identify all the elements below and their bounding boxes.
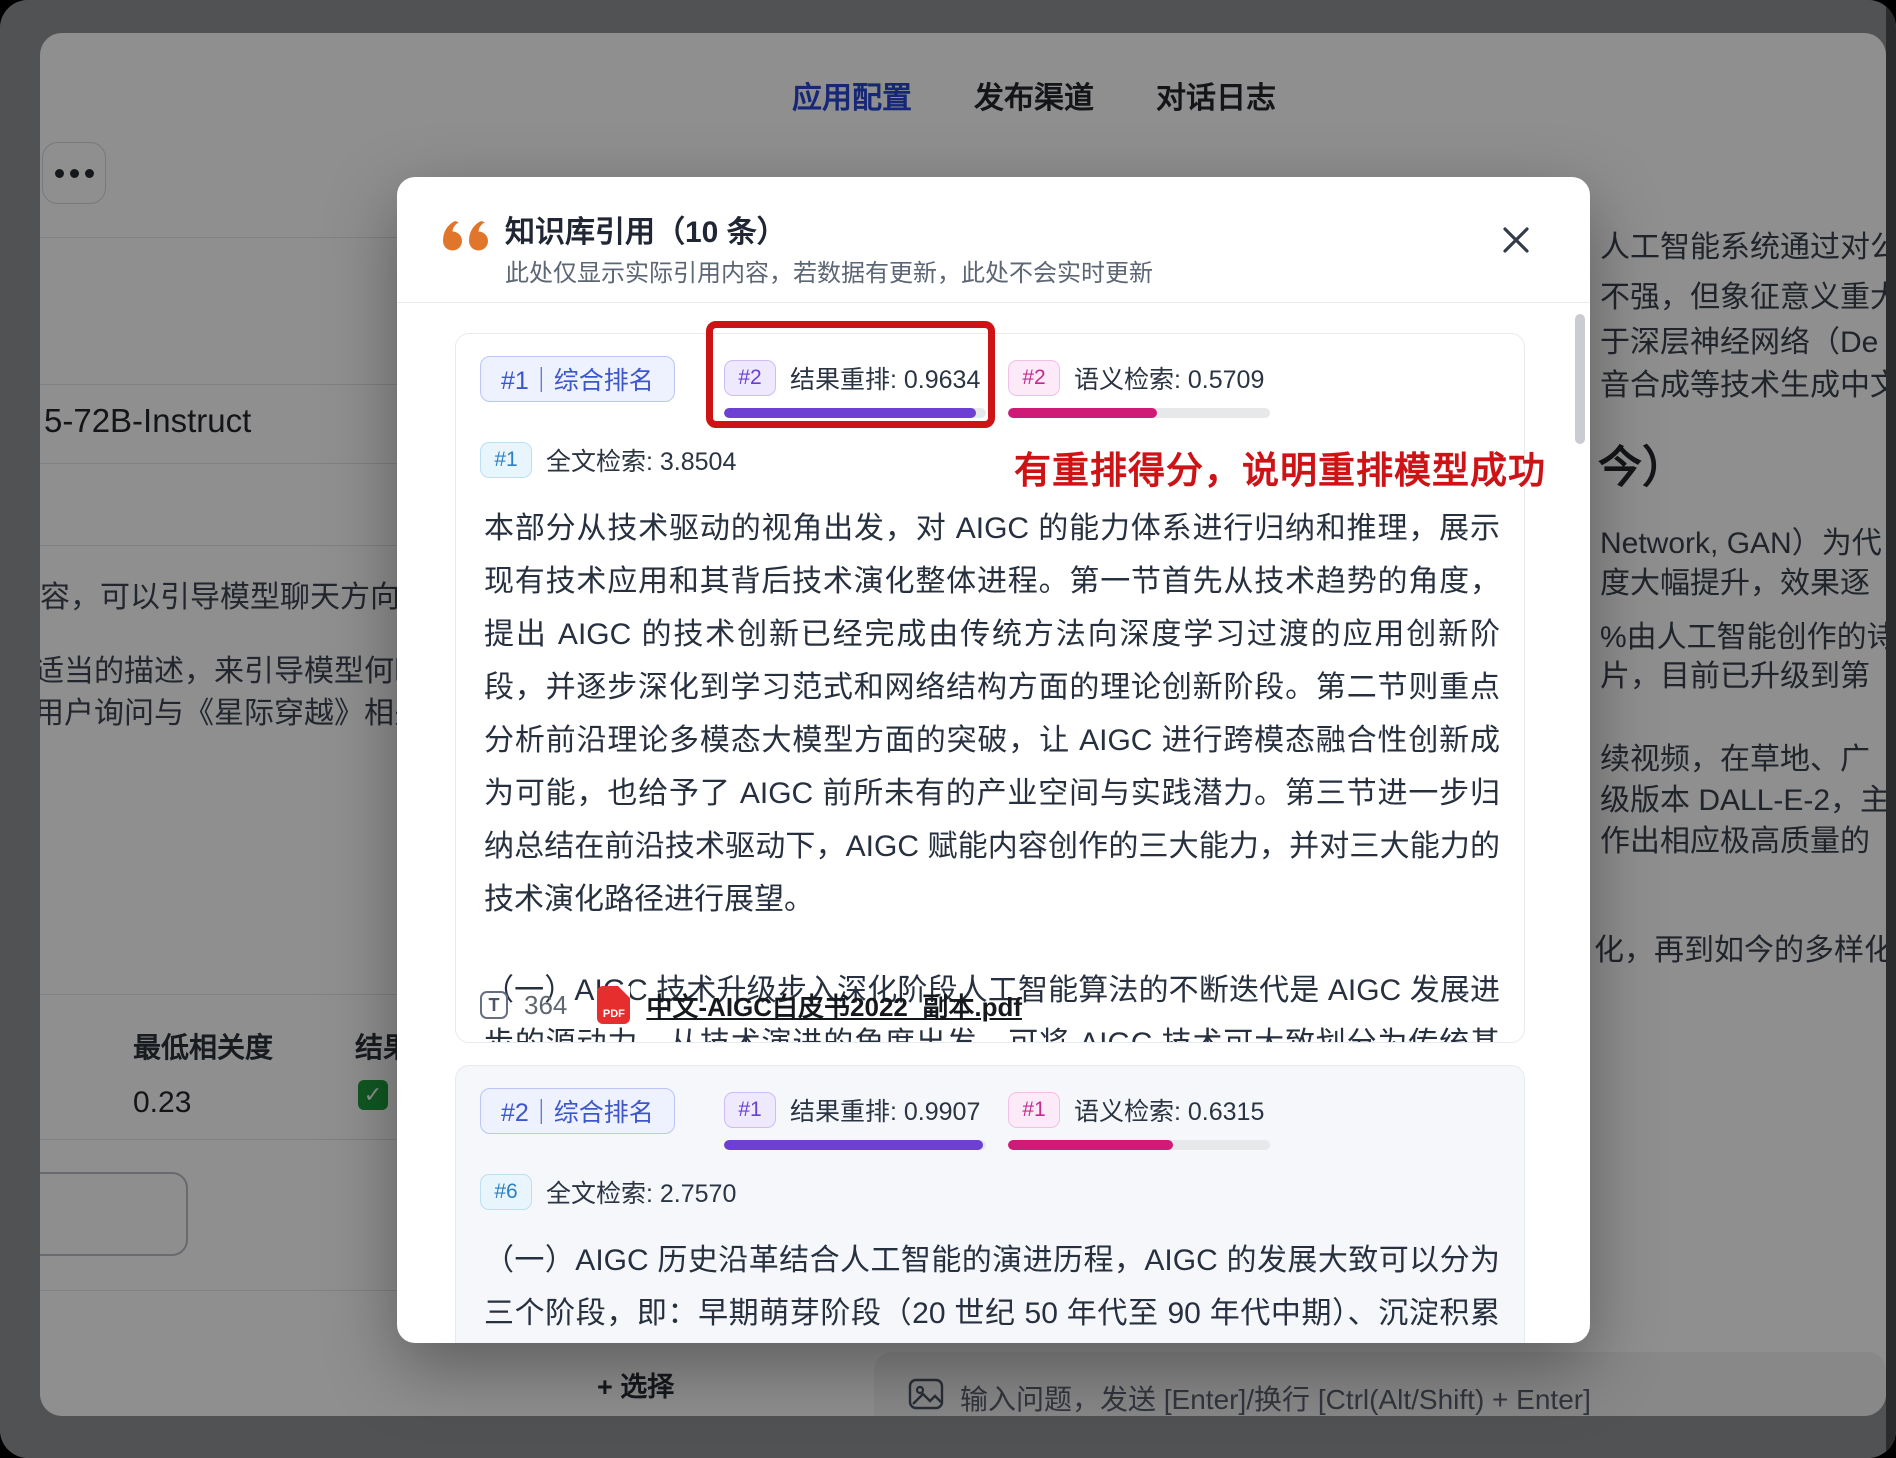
semantic-metric: #2 语义检索: 0.5709	[1008, 360, 1270, 418]
rerank-rank-badge: #1	[724, 1092, 776, 1128]
token-count: 364	[524, 990, 567, 1021]
citation-paragraph: （一）AIGC 历史沿革结合人工智能的演进历程，AIGC 的发展大致可以分为三个…	[484, 1234, 1500, 1343]
semantic-rank-badge: #2	[1008, 360, 1060, 396]
source-file-link[interactable]: 中文-AIGC白皮书2022_副本.pdf	[646, 987, 1022, 1024]
modal-scrollbar[interactable]	[1575, 314, 1585, 444]
quote-icon	[441, 219, 497, 263]
citation-paragraph: 本部分从技术驱动的视角出发，对 AIGC 的能力体系进行归纳和推理，展示现有技术…	[484, 502, 1500, 926]
overall-rank-pill: #1｜综合排名	[480, 356, 675, 402]
annotation-note: 有重排得分，说明重排模型成功	[1014, 440, 1546, 494]
rerank-score-label: 结果重排: 0.9907	[790, 1092, 980, 1128]
close-icon[interactable]	[1493, 217, 1539, 263]
fulltext-metric: #1 全文检索: 3.8504	[480, 442, 736, 478]
citation-card-2: #2｜综合排名 #1 结果重排: 0.9907 #1 语义检索: 0.6315 …	[455, 1065, 1525, 1343]
token-icon: T	[480, 991, 508, 1019]
semantic-score-label: 语义检索: 0.5709	[1074, 360, 1264, 396]
modal-title: 知识库引用（10 条）	[505, 207, 787, 251]
divider	[397, 302, 1590, 303]
fulltext-score-label: 全文检索: 3.8504	[546, 442, 736, 478]
screenshot-stage: 应用配置 发布渠道 对话日志 5-72B-Instruct 容，可以引导模型聊天…	[0, 0, 1896, 1458]
fulltext-score-label: 全文检索: 2.7570	[546, 1174, 736, 1210]
fulltext-metric: #6 全文检索: 2.7570	[480, 1174, 736, 1210]
fulltext-rank-badge: #1	[480, 442, 532, 478]
overall-rank-pill: #2｜综合排名	[480, 1088, 675, 1134]
semantic-progress-bar	[1008, 408, 1270, 418]
citation-text: 本部分从技术驱动的视角出发，对 AIGC 的能力体系进行归纳和推理，展示现有技术…	[484, 502, 1500, 1043]
citation-footer: T 364 PDF 中文-AIGC白皮书2022_副本.pdf	[480, 986, 1022, 1024]
semantic-score-label: 语义检索: 0.6315	[1074, 1092, 1264, 1128]
semantic-rank-badge: #1	[1008, 1092, 1060, 1128]
citation-text: （一）AIGC 历史沿革结合人工智能的演进历程，AIGC 的发展大致可以分为三个…	[484, 1234, 1500, 1343]
rerank-metric: #1 结果重排: 0.9907	[724, 1092, 986, 1150]
modal-subtitle: 此处仅显示实际引用内容，若数据有更新，此处不会实时更新	[505, 253, 1153, 288]
modal-header: 知识库引用（10 条） 此处仅显示实际引用内容，若数据有更新，此处不会实时更新	[397, 177, 1590, 302]
semantic-metric: #1 语义检索: 0.6315	[1008, 1092, 1270, 1150]
annotation-highlight-box	[706, 321, 995, 428]
fulltext-rank-badge: #6	[480, 1174, 532, 1210]
pdf-icon: PDF	[597, 986, 630, 1024]
semantic-progress-bar	[1008, 1140, 1270, 1150]
rerank-progress-bar	[724, 1140, 986, 1150]
